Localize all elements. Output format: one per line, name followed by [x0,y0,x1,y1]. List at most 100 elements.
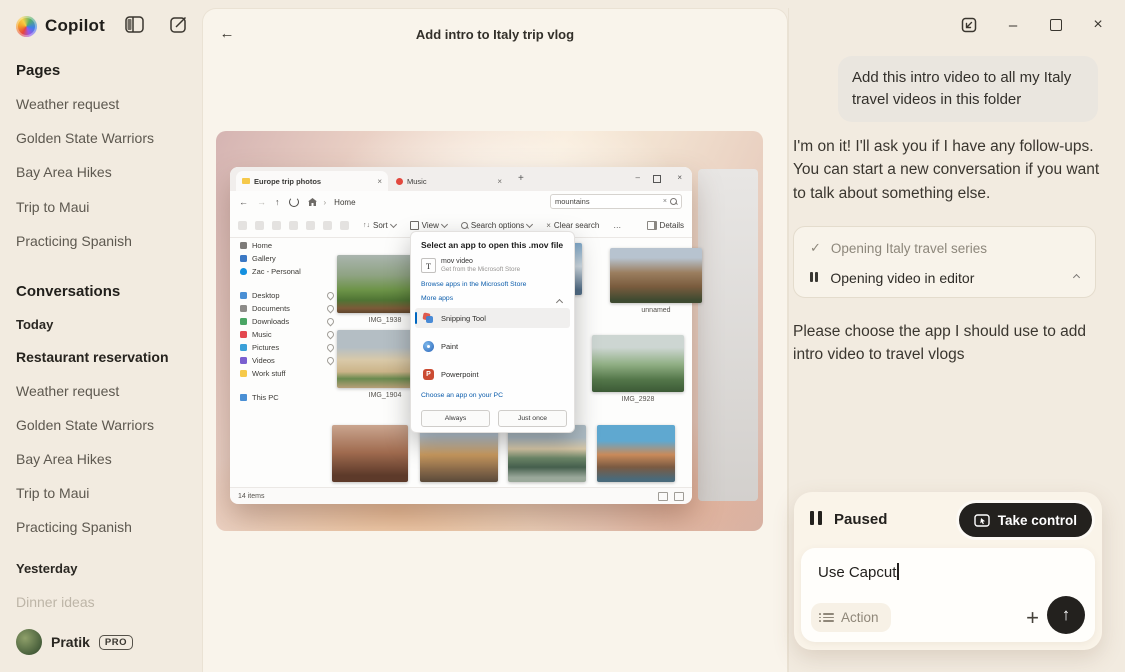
conversation-trip-to-maui[interactable]: Trip to Maui [16,485,192,507]
nav-item-desktop[interactable]: Desktop [240,289,334,301]
details-toggle[interactable]: Details [647,213,684,237]
pin-icon [326,342,336,352]
view-menu[interactable]: View [410,221,447,230]
brand-row: Copilot [16,14,192,38]
tab-music[interactable]: Music × [390,171,508,191]
tab-label: Europe trip photos [254,177,373,186]
explorer-close-icon[interactable]: × [677,173,682,182]
pin-icon [326,329,336,339]
search-value: mountains [555,197,660,206]
conversation-golden-state-warriors[interactable]: Golden State Warriors [16,417,192,439]
minimize-icon[interactable]: – [1004,17,1022,33]
take-control-button[interactable]: Take control [959,503,1092,537]
pin-icon [326,355,336,365]
action-button[interactable]: Action [811,603,891,632]
nav-item-pictures[interactable]: Pictures [240,341,334,353]
browse-store-link[interactable]: Browse apps in the Microsoft Store [421,281,526,288]
pop-out-icon[interactable] [960,17,978,33]
nav-item-work-stuff[interactable]: Work stuff [240,367,334,379]
conversation-bay-area-hikes[interactable]: Bay Area Hikes [16,451,192,473]
send-button[interactable]: ↑ [1047,596,1085,634]
sidebar-item-bay-area-hikes[interactable]: Bay Area Hikes [16,164,192,186]
app-option-powerpoint[interactable]: P Powerpoint [415,364,570,384]
pages-heading: Pages [16,62,60,79]
explorer-statusbar: 14 items [230,487,692,504]
tab-europe-trip-photos[interactable]: Europe trip photos × [236,171,388,191]
photo-thumbnail[interactable] [332,425,408,482]
pause-icon [810,269,820,287]
suggested-app-name[interactable]: mov video [441,258,473,265]
nav-item-home[interactable]: Home [240,239,334,251]
tab-close-icon[interactable]: × [497,177,502,186]
photo-thumbnail[interactable] [420,425,498,482]
music-app-icon [396,178,403,185]
paint-icon [423,341,434,352]
user-name: Pratik [51,634,90,650]
breadcrumb[interactable]: Home [334,198,355,207]
app-option-paint[interactable]: Paint [415,336,570,356]
photo-thumbnail[interactable] [508,425,586,482]
just-once-button[interactable]: Just once [498,410,567,427]
remote-desktop-view[interactable]: Europe trip photos × Music × + – × ← [216,131,763,531]
new-chat-icon[interactable] [170,16,189,33]
search-options-menu[interactable]: Search options [461,221,532,230]
yesterday-label: Yesterday [16,561,77,576]
conversation-restaurant-reservation[interactable]: Restaurant reservation [16,349,192,371]
maximize-icon[interactable] [1047,17,1065,33]
collapse-steps-icon[interactable] [1073,274,1080,281]
sidebar-item-golden-state-warriors[interactable]: Golden State Warriors [16,130,192,152]
conversation-practicing-spanish[interactable]: Practicing Spanish [16,519,192,541]
explorer-search-input[interactable]: mountains × [550,194,682,209]
nav-up-icon[interactable]: ↑ [275,197,280,207]
more-apps-collapse-icon[interactable] [556,299,563,306]
conversation-dinner-ideas[interactable]: Dinner ideas [16,594,192,616]
choose-app-on-pc-link[interactable]: Choose an app on your PC [421,392,503,399]
more-apps-link[interactable]: More apps [421,295,453,302]
nav-item-videos[interactable]: Videos [240,354,334,366]
photo-thumbnail-unnamed[interactable] [610,248,702,303]
nav-item-downloads[interactable]: Downloads [240,315,334,327]
tab-close-icon[interactable]: × [377,177,382,186]
nav-item-documents[interactable]: Documents [240,302,334,314]
conversation-weather-request[interactable]: Weather request [16,383,192,405]
user-footer[interactable]: Pratik PRO [16,628,192,656]
paused-icon [810,511,825,530]
action-label: Action [841,610,879,625]
photo-caption: unnamed [610,307,702,314]
nav-item-onedrive[interactable]: Zac - Personal [240,265,334,277]
nav-item-music[interactable]: Music [240,328,334,340]
send-arrow-icon: ↑ [1062,605,1071,625]
always-button[interactable]: Always [421,410,490,427]
pin-icon [326,303,336,313]
nav-item-this-pc[interactable]: This PC [240,391,334,403]
crumb-separator: › [324,198,327,207]
toolbar-more-icon[interactable]: … [613,221,621,230]
sidebar-toggle-icon[interactable] [125,16,144,33]
delete-icon [340,221,349,230]
step-label: Opening video in editor [830,270,974,286]
list-view-icon[interactable] [658,492,668,501]
action-list-icon [823,611,834,624]
photo-thumbnail-img-2928[interactable] [592,335,684,392]
clear-search-button[interactable]: ×Clear search [546,221,599,230]
sort-menu[interactable]: ↑↓Sort [363,221,396,230]
app-option-snipping-tool[interactable]: Snipping Tool [415,308,570,328]
nav-item-gallery[interactable]: Gallery [240,252,334,264]
sidebar-item-trip-to-maui[interactable]: Trip to Maui [16,199,192,221]
sidebar-item-weather-request[interactable]: Weather request [16,96,192,118]
thumbnail-view-icon[interactable] [674,492,684,501]
close-icon[interactable]: × [1089,17,1107,33]
sidebar-item-practicing-spanish[interactable]: Practicing Spanish [16,233,192,255]
new-tab-icon[interactable]: + [518,173,524,184]
refresh-icon[interactable] [289,197,299,207]
chat-input[interactable]: Use Capcut Action + ↑ [801,548,1095,642]
explorer-maximize-icon[interactable] [653,175,661,183]
brand-name: Copilot [45,16,105,36]
assistant-prompt: Please choose the app I should use to ad… [793,320,1107,367]
search-clear-icon[interactable]: × [663,198,667,205]
nav-back-icon[interactable]: ← [239,197,248,207]
paused-status: Paused [834,511,887,528]
photo-thumbnail[interactable] [597,425,675,482]
explorer-minimize-icon[interactable]: – [636,173,640,182]
attach-plus-button[interactable]: + [1026,608,1039,628]
